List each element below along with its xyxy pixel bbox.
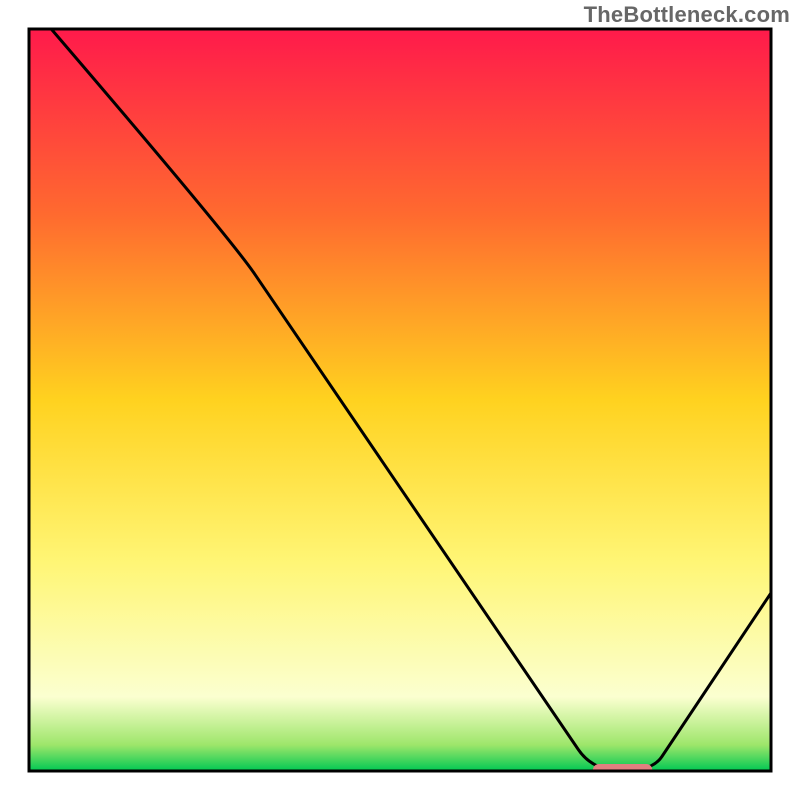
chart-container: TheBottleneck.com xyxy=(0,0,800,800)
attribution-label: TheBottleneck.com xyxy=(584,2,790,28)
bottleneck-chart xyxy=(0,0,800,800)
gradient-background xyxy=(29,29,771,771)
